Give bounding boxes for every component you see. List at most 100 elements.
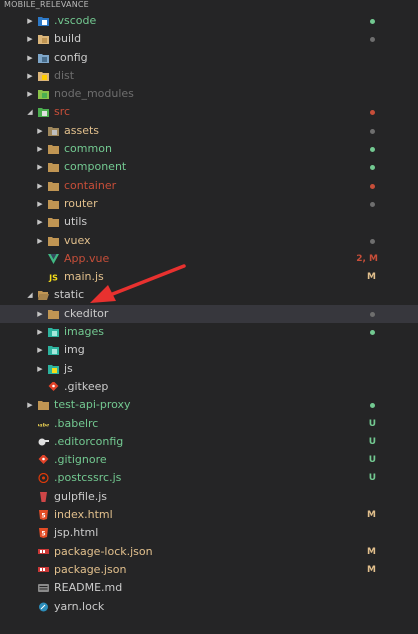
chevron-right-icon[interactable]: ▶: [26, 30, 34, 48]
git-status-badge: U: [368, 436, 376, 447]
babel-file-icon: babel: [38, 419, 49, 429]
npm-file-icon: [38, 565, 49, 575]
chevron-right-icon[interactable]: ▶: [36, 341, 44, 359]
chevron-right-icon[interactable]: ▶: [36, 195, 44, 213]
chevron-right-icon[interactable]: ▶: [36, 177, 44, 195]
tree-item-label: yarn.lock: [54, 599, 105, 613]
tree-item-label: .vscode: [54, 14, 97, 27]
tree-row-package-lock-json[interactable]: package-lock.json M: [0, 543, 418, 561]
tree-item-label: .postcssrc.js: [54, 471, 122, 485]
tree-row-ckeditor[interactable]: ▶ ckeditor: [0, 304, 418, 324]
assets-folder-icon: [48, 126, 59, 136]
git-status-badge: U: [368, 418, 376, 429]
chevron-right-icon[interactable]: ▶: [26, 49, 34, 67]
git-file-icon: [48, 381, 59, 392]
svg-text:babel: babel: [38, 422, 49, 428]
tree-row-yarn-lock[interactable]: yarn.lock: [0, 598, 418, 616]
tree-item-label: node_modules: [54, 87, 134, 101]
tree-row-editorconfig[interactable]: .editorconfig U: [0, 433, 418, 451]
tree-item-label: .gitignore: [54, 453, 107, 467]
tree-row-js[interactable]: ▶ js: [0, 360, 418, 378]
chevron-right-icon[interactable]: ▶: [36, 360, 44, 378]
tree-item-label: README.md: [54, 581, 123, 595]
chevron-right-icon[interactable]: ▶: [36, 158, 44, 176]
node-modules-folder-icon: [38, 89, 49, 100]
chevron-right-icon[interactable]: ▶: [26, 396, 34, 414]
readme-file-icon: [38, 583, 49, 593]
config-folder-icon: [38, 53, 49, 63]
dist-folder-icon: [38, 71, 49, 81]
images-folder-icon: [48, 345, 59, 356]
tree-row-jsp-html[interactable]: 5 jsp.html: [0, 524, 418, 542]
tree-row-main-js[interactable]: JS main.js M: [0, 268, 418, 286]
tree-row-vscode[interactable]: ▶ .vscode: [0, 12, 418, 30]
tree-row-src[interactable]: ◢ src: [0, 103, 418, 121]
chevron-right-icon[interactable]: ▶: [36, 305, 44, 323]
tree-row-build[interactable]: ▶ build: [0, 30, 418, 48]
tree-row-img[interactable]: ▶ img: [0, 341, 418, 359]
chevron-down-icon[interactable]: ◢: [26, 103, 34, 121]
tree-item-label: common: [64, 142, 112, 156]
tree-row-vuex[interactable]: ▶ vuex: [0, 232, 418, 250]
git-status-dot: [370, 147, 375, 153]
build-folder-icon: [38, 34, 49, 45]
git-status-badge: U: [368, 473, 376, 484]
tree-row-readme-md[interactable]: README.md: [0, 579, 418, 597]
tree-row-babelrc[interactable]: babel .babelrc U: [0, 415, 418, 433]
git-status-badge: M: [367, 564, 376, 575]
git-status-badge: U: [368, 455, 376, 466]
tree-row-static[interactable]: ◢ static: [0, 286, 418, 304]
images-folder-icon: [48, 327, 59, 338]
tree-row-app-vue[interactable]: App.vue 2, M: [0, 250, 418, 268]
tree-row-utils[interactable]: ▶ utils: [0, 213, 418, 231]
tree-row-config[interactable]: ▶ config: [0, 49, 418, 67]
chevron-right-icon[interactable]: ▶: [36, 323, 44, 341]
tree-row-postcssrc-js[interactable]: .postcssrc.js U: [0, 469, 418, 487]
chevron-right-icon[interactable]: ▶: [26, 85, 34, 103]
git-status-dot: [370, 165, 375, 171]
src-folder-icon: [38, 107, 49, 118]
tree-item-label: package-lock.json: [54, 544, 153, 558]
tree-row-test-api-proxy[interactable]: ▶ test-api-proxy: [0, 396, 418, 414]
folder-icon: [48, 217, 59, 228]
tree-item-label: images: [64, 325, 104, 339]
chevron-right-icon[interactable]: ▶: [36, 140, 44, 158]
tree-item-label: test-api-proxy: [54, 398, 131, 412]
tree-item-label: gulpfile.js: [54, 489, 108, 503]
tree-row-component[interactable]: ▶ component: [0, 158, 418, 176]
editorconfig-file-icon: [38, 437, 49, 447]
chevron-right-icon[interactable]: ▶: [26, 12, 34, 30]
chevron-down-icon[interactable]: ◢: [26, 286, 34, 304]
git-status-badge: 2, M: [356, 253, 378, 264]
file-explorer: MOBILE_RELEVANCE ▶ .vscode ▶ build ▶ config ▶ d…: [0, 0, 418, 634]
tree-row-container[interactable]: ▶ container: [0, 177, 418, 195]
svg-text:5: 5: [41, 513, 45, 520]
chevron-right-icon[interactable]: ▶: [36, 232, 44, 250]
tree-item-label: src: [54, 105, 71, 119]
git-status-dot: [370, 201, 375, 207]
tree-item-label: router: [64, 196, 98, 210]
tree-item-label: container: [64, 178, 117, 192]
git-status-badge: M: [367, 510, 376, 521]
tree-row-common[interactable]: ▶ common: [0, 140, 418, 158]
tree-row-assets[interactable]: ▶ assets: [0, 122, 418, 140]
git-status-dot: [370, 183, 375, 189]
tree-row-router[interactable]: ▶ router: [0, 195, 418, 213]
tree-row-index-html[interactable]: 5 index.html M: [0, 506, 418, 524]
tree-row-gulpfile-js[interactable]: gulpfile.js: [0, 488, 418, 506]
tree-row-dist[interactable]: ▶ dist: [0, 67, 418, 85]
tree-row-gitignore[interactable]: .gitignore U: [0, 451, 418, 469]
tree-row-images[interactable]: ▶ images: [0, 323, 418, 341]
tree-item-label: index.html: [54, 508, 113, 522]
chevron-right-icon[interactable]: ▶: [36, 213, 44, 231]
tree-row-package-json[interactable]: package.json M: [0, 561, 418, 579]
chevron-right-icon[interactable]: ▶: [36, 122, 44, 140]
git-status-dot: [370, 128, 375, 134]
tree-item-label: .babelrc: [54, 416, 99, 430]
tree-row-node-modules[interactable]: ▶ node_modules: [0, 85, 418, 103]
tree-row-gitkeep[interactable]: .gitkeep: [0, 378, 418, 396]
svg-text:JS: JS: [48, 274, 58, 283]
tree-item-label: .gitkeep: [64, 379, 109, 393]
tree-item-label: dist: [54, 68, 75, 82]
chevron-right-icon[interactable]: ▶: [26, 67, 34, 85]
